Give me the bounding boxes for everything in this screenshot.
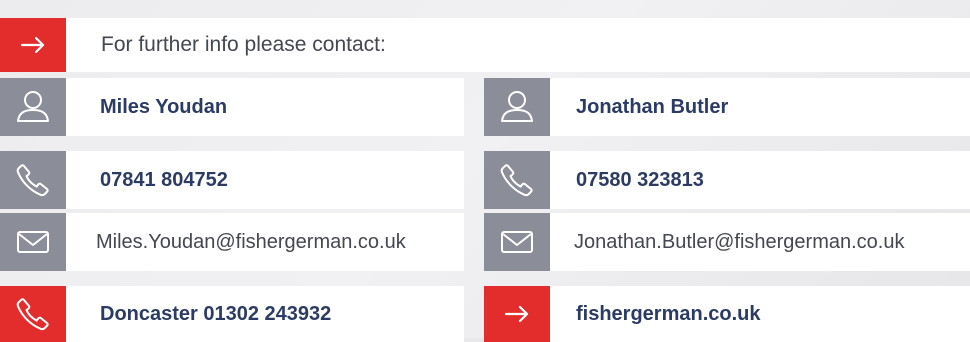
- contact-phone[interactable]: 07580 323813: [576, 169, 704, 192]
- person-icon: [0, 78, 66, 136]
- contact-heading: For further info please contact:: [101, 33, 386, 56]
- contact-phone-row-1: 07841 804752: [0, 151, 464, 209]
- contact-email[interactable]: Miles.Youdan@fishergerman.co.uk: [96, 231, 406, 254]
- phone-icon: [0, 286, 66, 342]
- contact-name-row-1: Miles Youdan: [0, 78, 464, 136]
- phone-icon: [484, 151, 550, 209]
- arrow-right-icon: [0, 18, 66, 72]
- website-link[interactable]: fishergerman.co.uk: [576, 303, 761, 326]
- office-phone[interactable]: Doncaster 01302 243932: [100, 303, 331, 326]
- person-icon: [484, 78, 550, 136]
- mail-icon: [484, 213, 550, 271]
- website-row: fishergerman.co.uk: [484, 286, 970, 342]
- contact-email-row-2: Jonathan.Butler@fishergerman.co.uk: [484, 213, 970, 271]
- contact-heading-row: For further info please contact:: [0, 18, 970, 72]
- contact-phone-row-2: 07580 323813: [484, 151, 970, 209]
- arrow-right-icon: [484, 286, 550, 342]
- contact-name: Miles Youdan: [100, 95, 228, 118]
- phone-icon: [0, 151, 66, 209]
- contact-card: For further info please contact: Miles Y…: [0, 0, 970, 342]
- contact-name: Jonathan Butler: [576, 95, 729, 118]
- contact-email[interactable]: Jonathan.Butler@fishergerman.co.uk: [574, 231, 904, 254]
- contact-email-row-1: Miles.Youdan@fishergerman.co.uk: [0, 213, 464, 271]
- office-row: Doncaster 01302 243932: [0, 286, 464, 342]
- contact-name-row-2: Jonathan Butler: [484, 78, 970, 136]
- contact-phone[interactable]: 07841 804752: [100, 169, 228, 192]
- mail-icon: [0, 213, 66, 271]
